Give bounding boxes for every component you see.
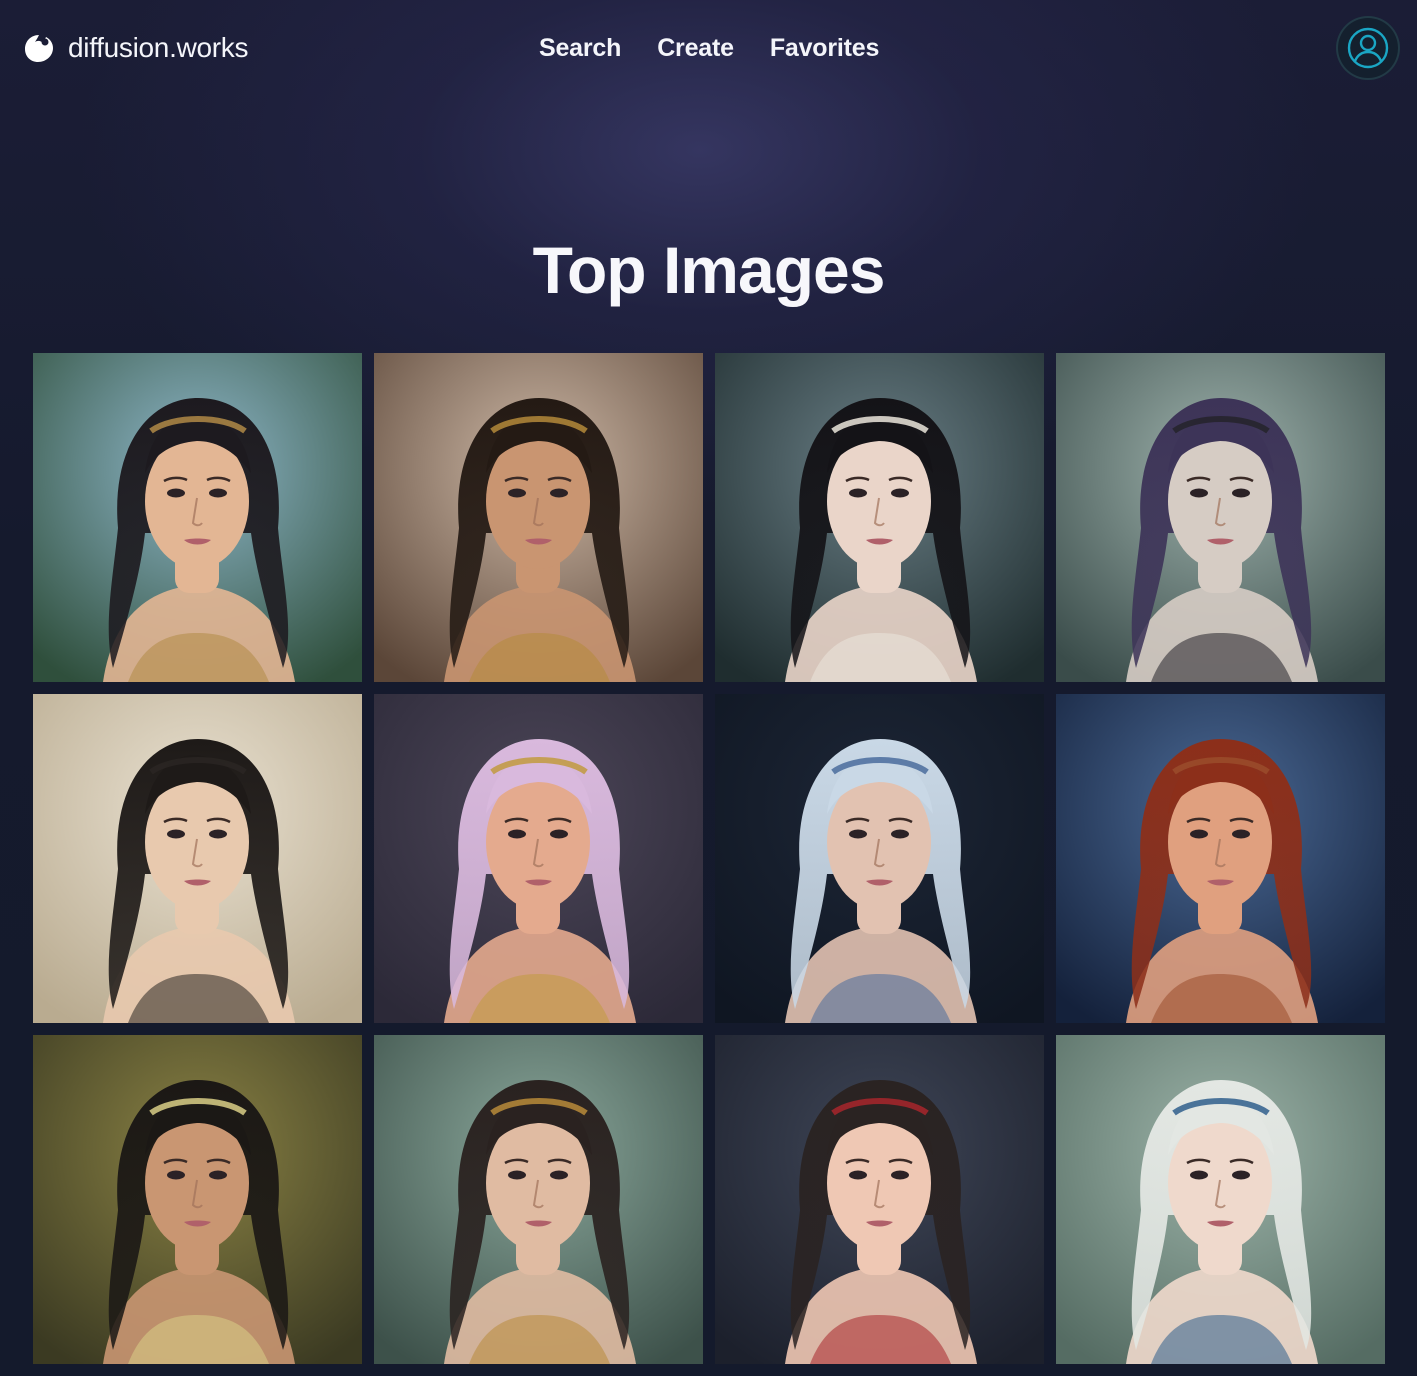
brand-home-link[interactable]: diffusion.works	[22, 30, 248, 66]
gallery-image-card[interactable]	[1056, 694, 1385, 1023]
image-gallery	[33, 353, 1386, 1364]
user-account-icon	[1347, 27, 1389, 69]
gallery-image-card[interactable]	[33, 353, 362, 682]
portrait-image	[1056, 1035, 1385, 1364]
gallery-image-card[interactable]	[715, 694, 1044, 1023]
gallery-image-card[interactable]	[33, 1035, 362, 1364]
user-account-button[interactable]	[1338, 18, 1398, 78]
portrait-image	[33, 1035, 362, 1364]
nav-create-link[interactable]: Create	[657, 34, 734, 63]
gallery-image-card[interactable]	[1056, 353, 1385, 682]
page-title: Top Images	[532, 233, 886, 307]
portrait-image	[33, 694, 362, 1023]
portrait-image	[374, 1035, 703, 1364]
gallery-image-card[interactable]	[374, 1035, 703, 1364]
main-nav: Search Create Favorites	[539, 30, 879, 66]
gallery-image-card[interactable]	[33, 694, 362, 1023]
nav-favorites-link[interactable]: Favorites	[770, 34, 880, 63]
gallery-image-card[interactable]	[715, 353, 1044, 682]
gallery-image-card[interactable]	[1056, 1035, 1385, 1364]
portrait-image	[33, 353, 362, 682]
portrait-image	[715, 353, 1044, 682]
portrait-image	[1056, 353, 1385, 682]
brand-name: diffusion.works	[68, 32, 249, 63]
brand-logo-icon	[25, 35, 53, 62]
portrait-image	[715, 694, 1044, 1023]
portrait-image	[715, 1035, 1044, 1364]
portrait-image	[374, 353, 703, 682]
gallery-image-card[interactable]	[374, 353, 703, 682]
gallery-image-card[interactable]	[374, 694, 703, 1023]
top-navigation-bar: diffusion.works Search Create Favorites	[0, 0, 1417, 96]
nav-search-link[interactable]: Search	[539, 34, 621, 63]
page: diffusion.works Search Create Favorites …	[0, 0, 1417, 1376]
portrait-image	[1056, 694, 1385, 1023]
portrait-image	[374, 694, 703, 1023]
gallery-image-card[interactable]	[715, 1035, 1044, 1364]
